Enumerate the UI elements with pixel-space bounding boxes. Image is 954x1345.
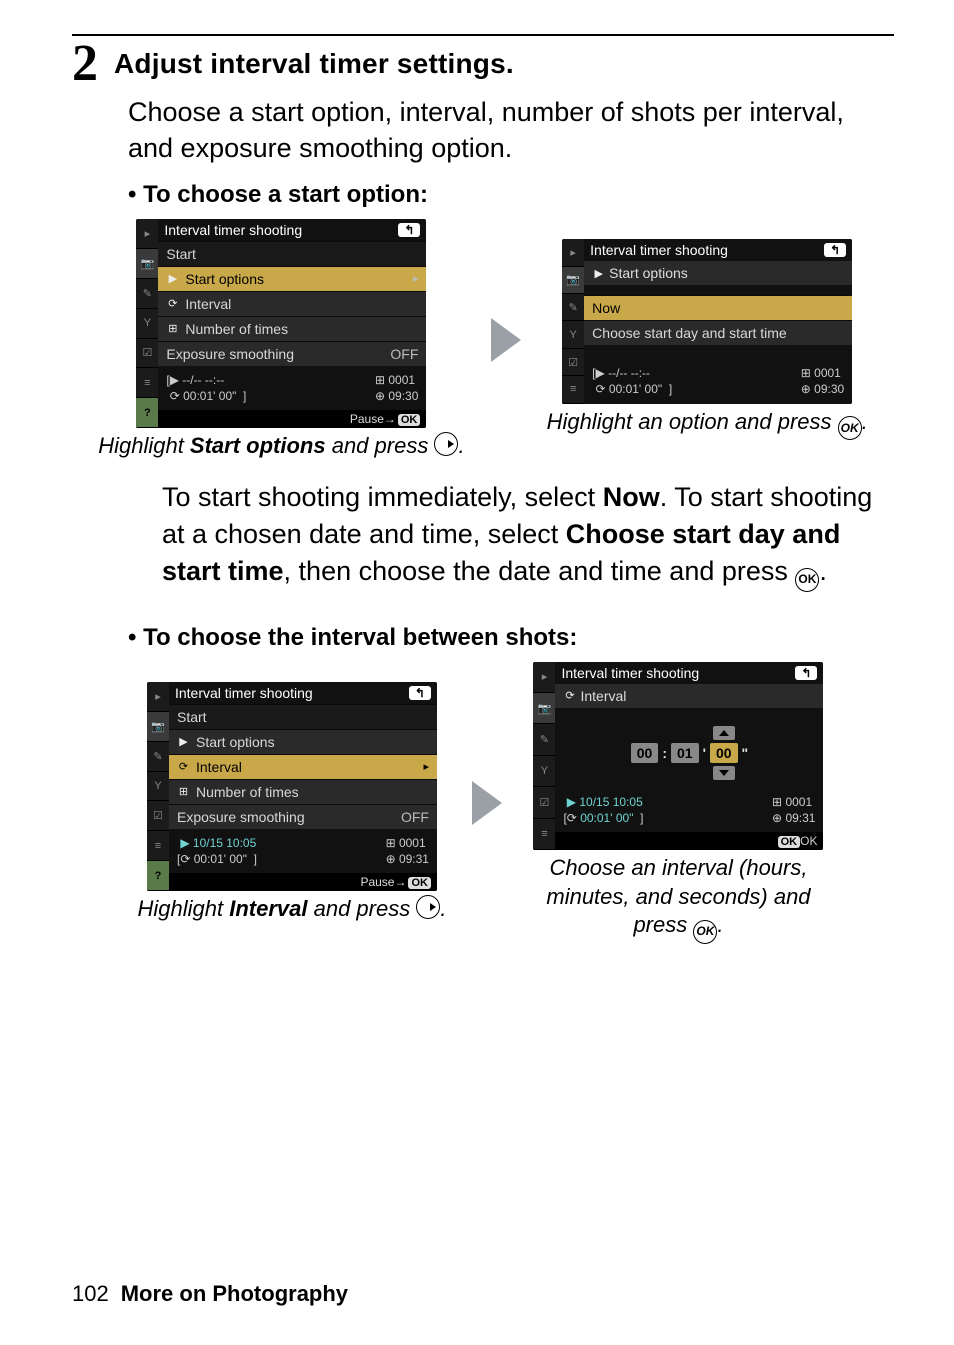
lcd-title: Interval timer shooting [164,222,302,238]
page-number: 102 [72,1281,109,1307]
back-icon: ↰ [795,666,817,680]
bullet-interval: To choose the interval between shots: [128,624,894,652]
lcd-start-options-menu: ▸📷✎Y☑≡? Interval timer shooting↰ Start ▶… [136,219,426,428]
ok-icon: OK [693,920,717,944]
section-title: More on Photography [121,1281,348,1307]
lcd-start-options-submenu: ▸📷✎Y☑≡ Interval timer shooting↰ ▶Start o… [562,239,852,403]
row-interval: ⟳Interval▸ [169,754,437,779]
back-icon: ↰ [409,686,431,700]
back-icon: ↰ [824,243,846,257]
arrow-icon [491,318,521,362]
page-footer: 102 More on Photography [72,1281,348,1307]
intro-text: Choose a start option, interval, number … [128,94,894,167]
ok-icon: OK [838,416,862,440]
lcd-interval-menu: ▸📷✎Y☑≡? Interval timer shooting↰ Start ▶… [147,682,437,891]
start-paragraph: To start shooting immediately, select No… [162,479,894,592]
spinner-hours: 00 [631,743,659,763]
row-now: Now [584,295,852,320]
back-icon: ↰ [398,223,420,237]
ok-icon: OK [795,568,819,592]
arrow-icon [472,781,502,825]
bullet-start-option: To choose a start option: [128,181,894,209]
down-arrow-icon [713,766,735,780]
spinner-seconds: 00 [710,743,738,763]
caption-highlight-option: Highlight an option and press OK. [547,408,868,441]
spinner-minutes: 01 [671,743,699,763]
row-start-options: ▶Start options▸ [158,266,426,291]
lcd-interval-spinner: ▸📷✎Y☑≡ Interval timer shooting↰ ⟳Interva… [533,662,823,850]
caption-start-options: Highlight Start options and press . [98,432,464,461]
dpad-right-icon [416,895,440,919]
dpad-right-icon [434,432,458,456]
up-arrow-icon [713,726,735,740]
caption-interval: Highlight Interval and press . [138,895,447,924]
caption-choose-interval: Choose an interval (hours, minutes, and … [528,854,828,944]
step-title: Adjust interval timer settings. [114,48,514,80]
step-number: 2 [72,38,98,90]
